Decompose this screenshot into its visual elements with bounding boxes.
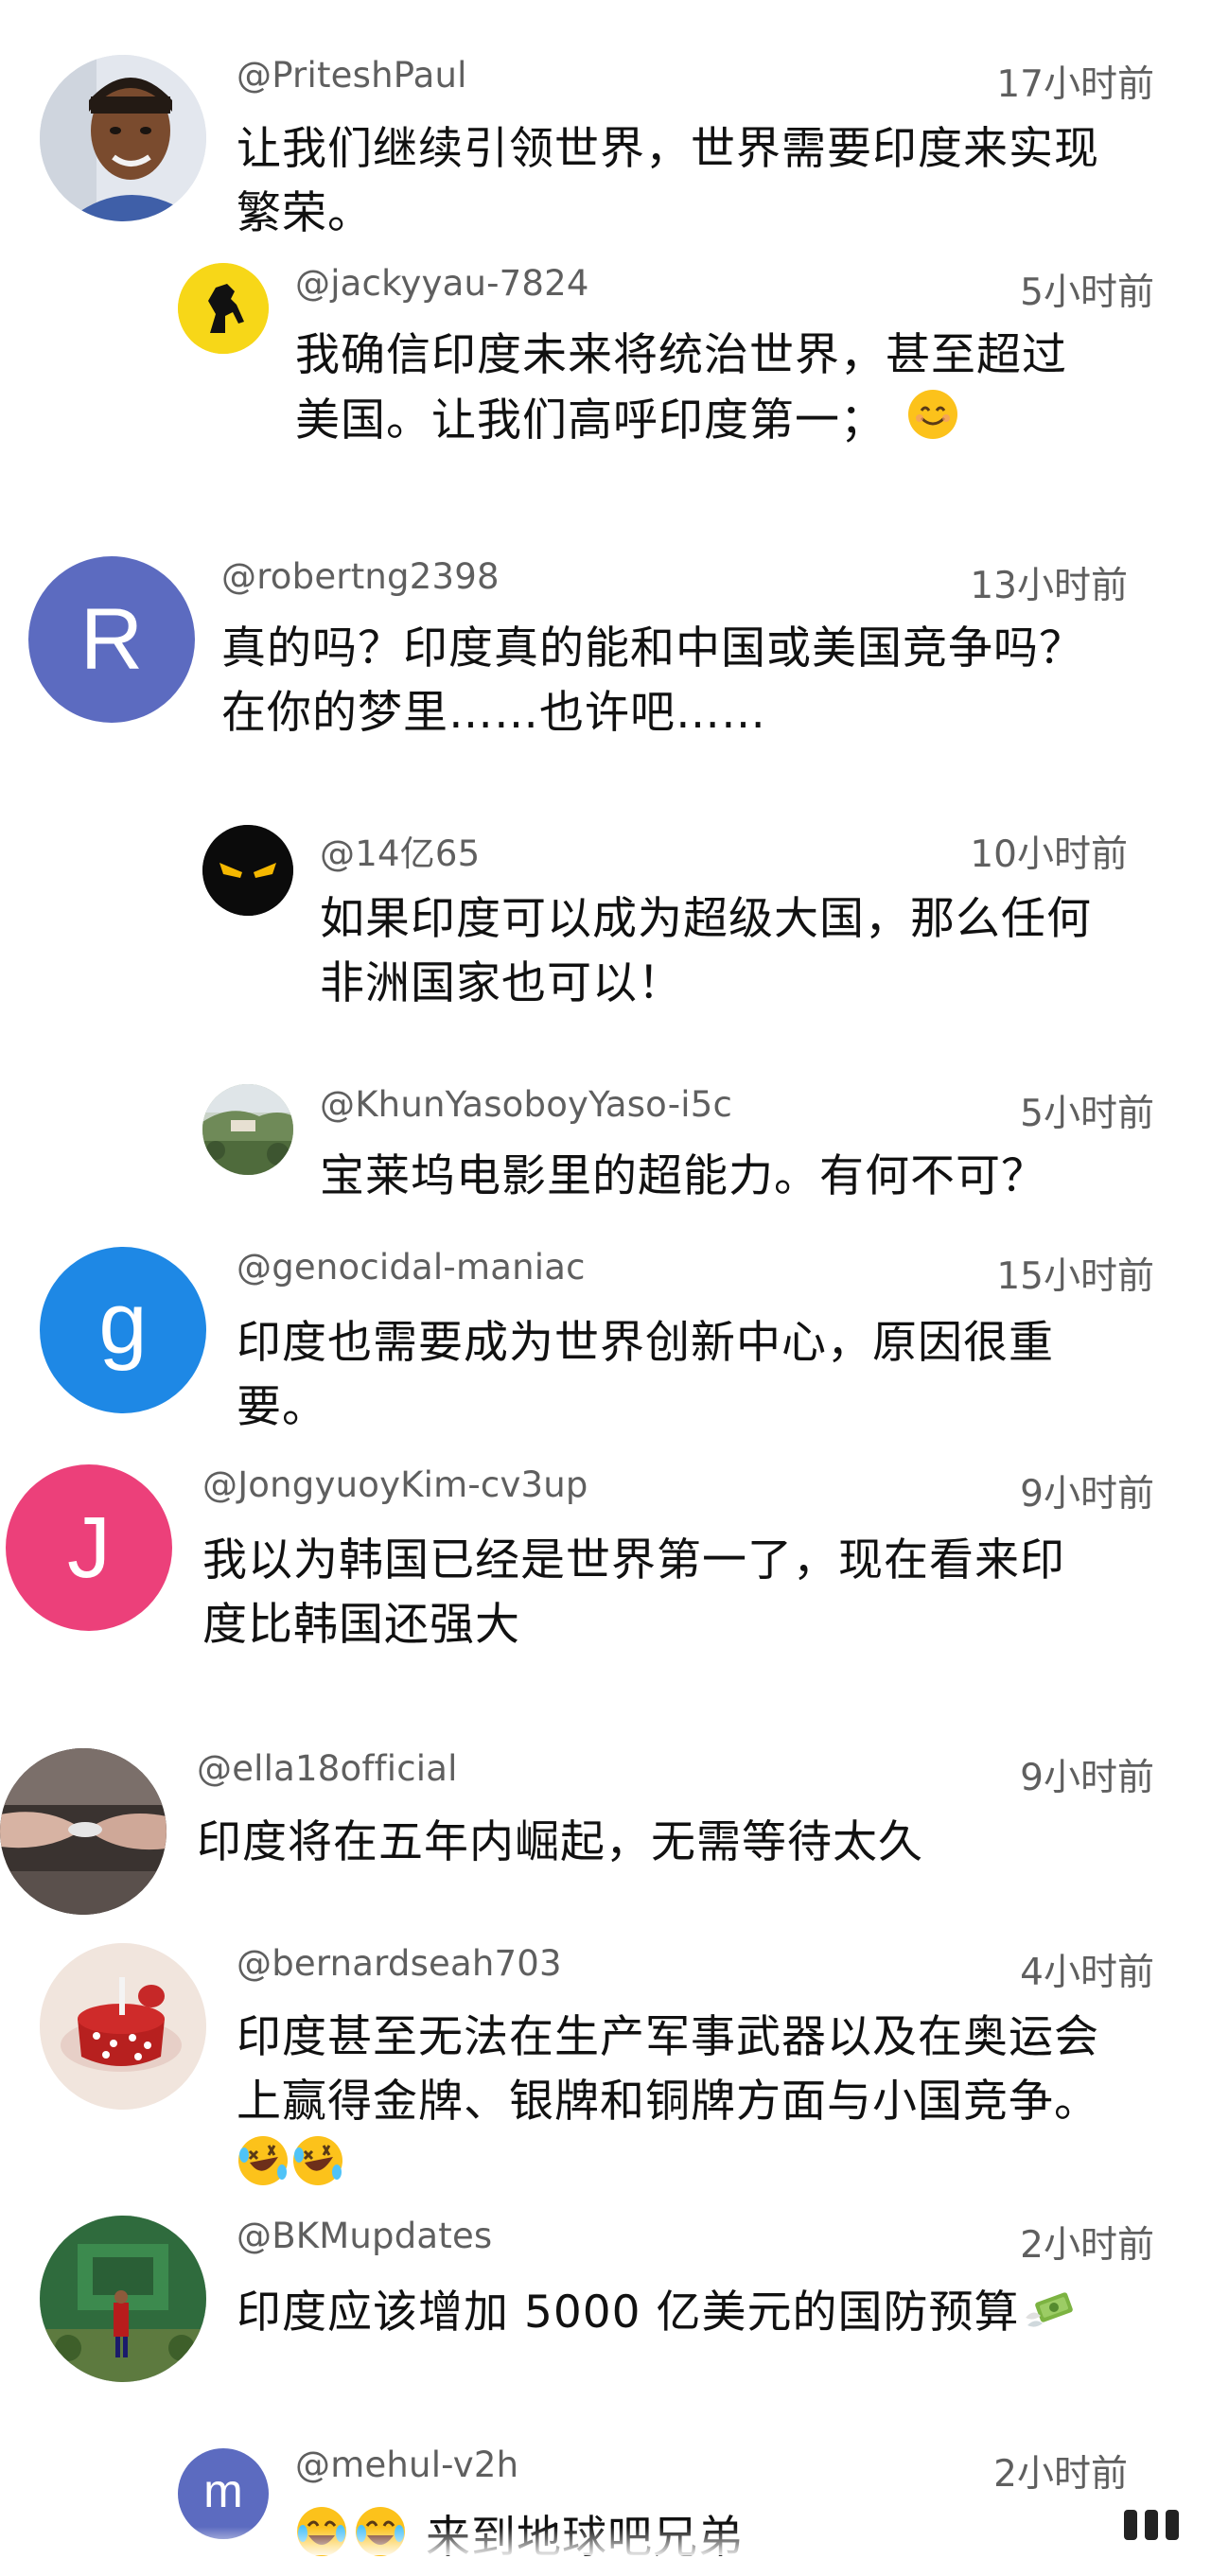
comment-timestamp: 9小时前 [1020, 1473, 1154, 1516]
comment-text-line: 印度甚至无法在生产军事武器以及在奥运会 [237, 2011, 1099, 2063]
comment-timestamp: 2小时前 [993, 2453, 1128, 2496]
avatar[interactable] [202, 825, 293, 916]
comment-author[interactable]: @genocidal-maniac [237, 1247, 586, 1288]
comment-text-line: 如果印度可以成为超级大国，那么任何 [320, 893, 1092, 945]
comment-author[interactable]: @bernardseah703 [237, 1943, 562, 1984]
comment-timestamp: 2小时前 [1020, 2224, 1154, 2267]
comment-text-segment: 美国。让我们高呼印度第一； [295, 394, 886, 447]
comment-text-line: 真的吗？印度真的能和中国或美国竞争吗？ [221, 622, 1084, 675]
angry-eyes-avatar-icon [202, 825, 293, 916]
comment-text: 印度应该增加 5000 亿美元的国防预算 [237, 2280, 1183, 2351]
comment-timestamp: 5小时前 [1020, 1093, 1154, 1135]
comment-text-line: 宝莱坞电影里的超能力。有何不可？ [320, 1150, 1046, 1202]
comment-text-line: 度比韩国还强大 [202, 1599, 520, 1651]
comment-timestamp: 5小时前 [1020, 272, 1154, 314]
hands-photo-avatar-icon [0, 1748, 167, 1915]
comment-text: 印度将在五年内崛起，无需等待太久 [197, 1811, 1171, 1875]
comment-text: 印度也需要成为世界创新中心，原因很重 要。 [237, 1311, 1173, 1440]
avatar[interactable]: J [6, 1464, 172, 1631]
comment-text-line: 让我们继续引领世界，世界需要印度来实现 [237, 123, 1099, 175]
comment-text-line: 在你的梦里……也许吧…… [221, 687, 766, 739]
comment-author[interactable]: @JongyuoyKim-cv3up [202, 1464, 588, 1505]
comment-author[interactable]: @mehul-v2h [295, 2445, 518, 2485]
comment-text: 让我们继续引领世界，世界需要印度来实现 繁荣。 [237, 117, 1173, 246]
prancing-horse-logo-avatar-icon [178, 263, 269, 354]
man-photo-avatar-icon [40, 55, 206, 221]
avatar[interactable] [0, 1748, 167, 1915]
scroll-handle-icon[interactable] [1118, 2506, 1185, 2544]
comment-timestamp: 13小时前 [970, 565, 1128, 607]
cake-photo-avatar-icon [40, 1943, 206, 2110]
comment-author[interactable]: @jackyyau-7824 [295, 263, 589, 304]
comment-author[interactable]: @PriteshPaul [237, 55, 467, 96]
comment-text-line: 我确信印度未来将统治世界，甚至超过 [295, 329, 1067, 381]
avatar[interactable]: R [28, 556, 195, 723]
avatar[interactable] [40, 2216, 206, 2382]
comment-author[interactable]: @14亿65 [320, 825, 480, 876]
comment-author[interactable]: @ella18official [197, 1748, 458, 1789]
statue-photo-avatar-icon [40, 2216, 206, 2382]
comment-timestamp: 4小时前 [1020, 1952, 1154, 1994]
comment-text-line: 我以为韩国已经是世界第一了，现在看来印 [202, 1534, 1065, 1586]
avatar-letter: R [79, 590, 144, 688]
comment-text-line [237, 2134, 1183, 2205]
comment-text: 真的吗？印度真的能和中国或美国竞争吗？ 在你的梦里……也许吧…… [221, 617, 1177, 745]
comment-timestamp: 15小时前 [996, 1255, 1154, 1298]
comment-author[interactable]: @robertng2398 [221, 556, 500, 597]
comment-timestamp: 17小时前 [996, 63, 1154, 106]
rolling-on-floor-laughing-emoji-icon [237, 2134, 290, 2205]
bottom-fade [0, 2527, 1211, 2555]
avatar[interactable] [40, 55, 206, 221]
comment-text-segment: 印度应该增加 5000 亿美元的国防预算 [237, 2287, 1020, 2339]
comment-text-line: 印度应该增加 5000 亿美元的国防预算 [237, 2280, 1183, 2351]
comment-text-line: 上赢得金牌、银牌和铜牌方面与小国竞争。 [237, 2076, 1099, 2128]
comment-text: 印度甚至无法在生产军事武器以及在奥运会 上赢得金牌、银牌和铜牌方面与小国竞争。 [237, 2006, 1183, 2205]
avatar[interactable] [178, 263, 269, 354]
landscape-photo-avatar-icon [202, 1084, 293, 1175]
comment-text-line: 印度也需要成为世界创新中心，原因很重 [237, 1317, 1054, 1369]
comment-text-line: 繁荣。 [237, 187, 373, 239]
avatar[interactable]: m [178, 2448, 269, 2539]
smiling-face-emoji-icon [906, 388, 959, 459]
money-with-wings-emoji-icon [1024, 2280, 1079, 2351]
comment-text-line: 非洲国家也可以！ [320, 957, 683, 1009]
avatar-letter: J [67, 1498, 111, 1596]
comment-text-line: 印度将在五年内崛起，无需等待太久 [197, 1816, 923, 1868]
comment-text: 如果印度可以成为超级大国，那么任何 非洲国家也可以！ [320, 887, 1171, 1016]
comment-author[interactable]: @BKMupdates [237, 2216, 492, 2256]
avatar-letter: g [98, 1274, 148, 1372]
rolling-on-floor-laughing-emoji-icon [291, 2134, 344, 2205]
comment-author[interactable]: @KhunYasoboyYaso-i5c [320, 1084, 732, 1125]
comment-timestamp: 9小时前 [1020, 1757, 1154, 1799]
avatar[interactable] [40, 1943, 206, 2110]
avatar[interactable]: g [40, 1247, 206, 1413]
comment-text: 我确信印度未来将统治世界，甚至超过 美国。让我们高呼印度第一； [295, 324, 1175, 459]
comment-timestamp: 10小时前 [970, 833, 1128, 876]
avatar[interactable] [202, 1084, 293, 1175]
comment-text-line: 要。 [237, 1381, 327, 1433]
avatar-letter: m [203, 2464, 243, 2517]
comment-text: 宝莱坞电影里的超能力。有何不可？ [320, 1145, 1171, 1209]
comment-text-line: 美国。让我们高呼印度第一； [295, 388, 1175, 459]
comment-text: 我以为韩国已经是世界第一了，现在看来印 度比韩国还强大 [202, 1529, 1177, 1657]
